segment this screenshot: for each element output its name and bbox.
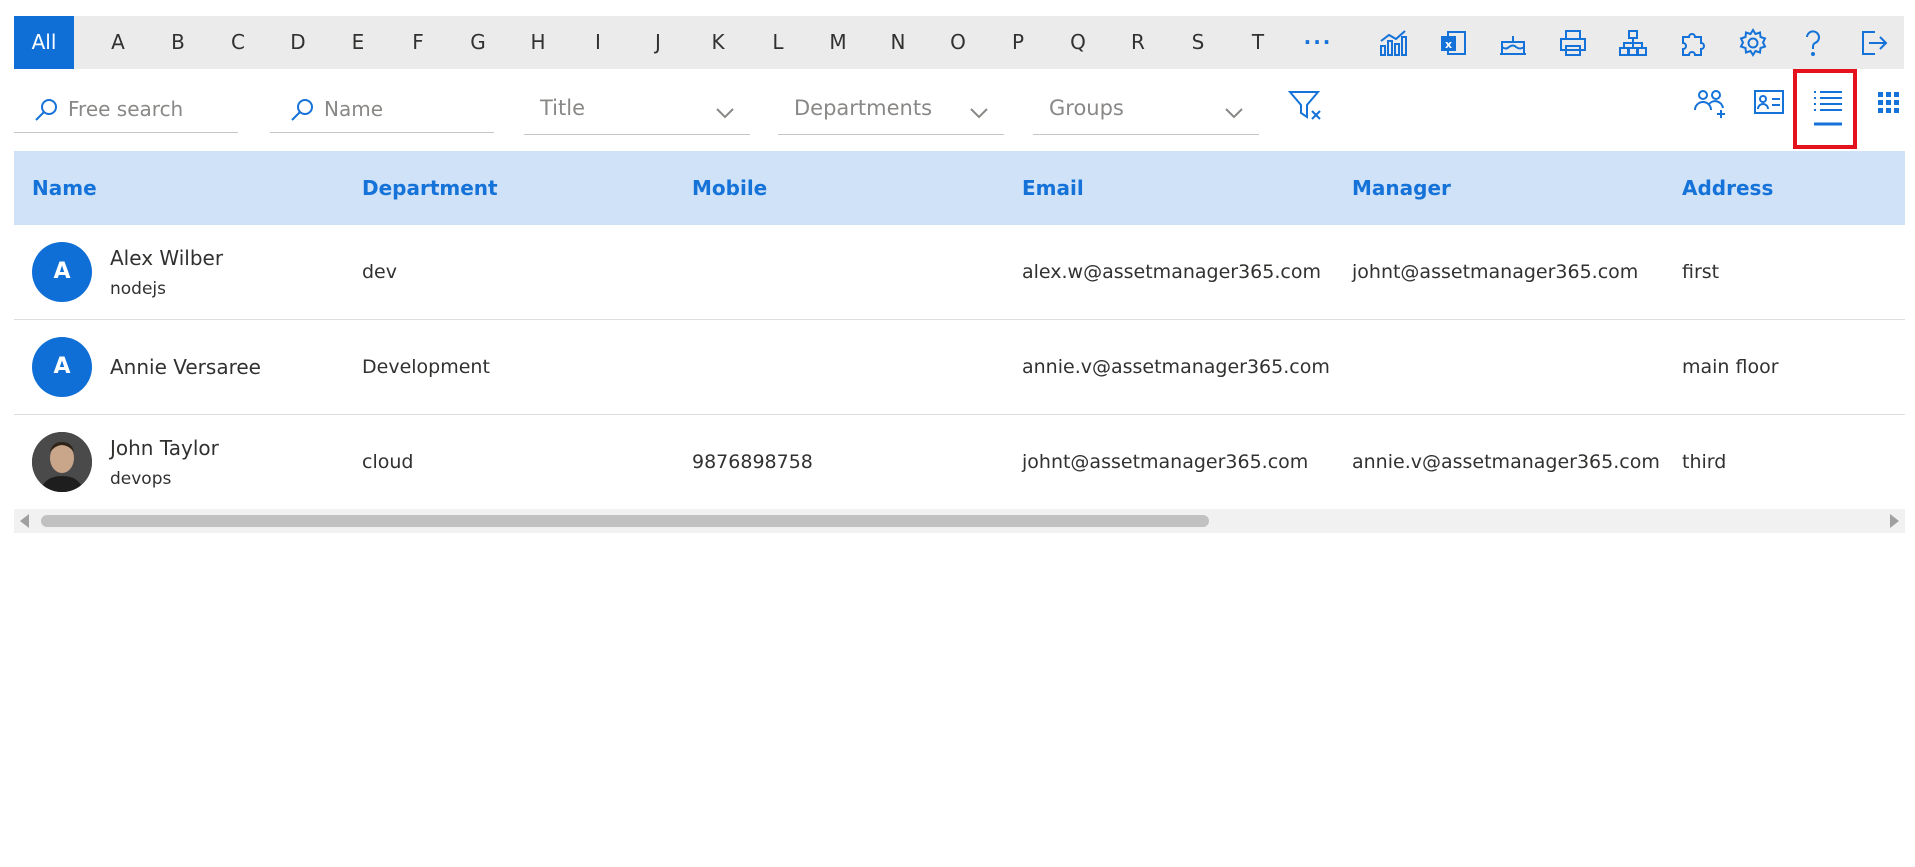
cell-email: alex.w@assetmanager365.com (1022, 261, 1321, 283)
letter-h[interactable]: H (508, 16, 568, 69)
cell-department: dev (362, 261, 397, 283)
person-name: John Taylor (110, 436, 219, 460)
column-header-name[interactable]: Name (32, 151, 97, 225)
letter-a[interactable]: A (88, 16, 148, 69)
free-search-input[interactable] (68, 94, 228, 124)
avatar (32, 432, 92, 492)
grid-view-button[interactable] (1878, 92, 1900, 114)
column-header-manager[interactable]: Manager (1352, 151, 1451, 225)
print-icon[interactable] (1558, 28, 1588, 58)
departments-dropdown[interactable]: Departments (778, 94, 1004, 135)
table-row[interactable]: John Taylor devops cloud 9876898758 john… (14, 415, 1905, 510)
letter-j[interactable]: J (628, 16, 688, 69)
free-search-field[interactable] (14, 94, 238, 133)
title-dropdown[interactable]: Title (524, 94, 750, 135)
letter-c[interactable]: C (208, 16, 268, 69)
letter-o[interactable]: O (928, 16, 988, 69)
cell-mobile: 9876898758 (692, 451, 813, 473)
chevron-down-icon (970, 108, 988, 119)
contact-card-icon (1754, 90, 1784, 114)
chevron-down-icon (1225, 108, 1243, 119)
person-subtitle: nodejs (110, 279, 167, 299)
add-people-button[interactable] (1692, 86, 1728, 120)
svg-text:x: x (1445, 38, 1452, 51)
name-search-input[interactable] (324, 94, 484, 124)
letter-i[interactable]: I (568, 16, 628, 69)
table-row[interactable]: A Annie Versaree Development annie.v@ass… (14, 320, 1905, 415)
horizontal-scrollbar[interactable] (14, 509, 1905, 533)
birthday-cake-icon[interactable] (1498, 28, 1528, 58)
table-row[interactable]: A Alex Wilber nodejs dev alex.w@assetman… (14, 225, 1905, 320)
letter-r[interactable]: R (1108, 16, 1168, 69)
grid-view-icon (1878, 92, 1899, 113)
chevron-down-icon (716, 108, 734, 119)
filter-all-letter[interactable]: All (14, 16, 74, 69)
clear-filters-button[interactable] (1287, 89, 1323, 123)
excel-export-icon[interactable]: x (1438, 28, 1468, 58)
title-dropdown-label: Title (540, 96, 586, 120)
letter-k[interactable]: K (688, 16, 748, 69)
letter-f[interactable]: F (388, 16, 448, 69)
cell-address: first (1682, 261, 1720, 283)
analytics-icon[interactable] (1378, 28, 1408, 58)
letter-n[interactable]: N (868, 16, 928, 69)
cell-manager: johnt@assetmanager365.com (1352, 261, 1639, 283)
scrollbar-thumb[interactable] (41, 515, 1209, 527)
cell-department: Development (362, 356, 490, 378)
letter-e[interactable]: E (328, 16, 388, 69)
letter-p[interactable]: P (988, 16, 1048, 69)
letter-l[interactable]: L (748, 16, 808, 69)
column-header-mobile[interactable]: Mobile (692, 151, 767, 225)
letter-m[interactable]: M (808, 16, 868, 69)
cell-manager: annie.v@assetmanager365.com (1352, 451, 1660, 473)
scroll-left-arrow-icon[interactable] (20, 514, 29, 528)
alphabet-toolbar: All A B C D E F G H I J K L M N O P Q R … (14, 16, 1904, 69)
settings-icon[interactable] (1738, 28, 1768, 58)
org-chart-icon[interactable] (1618, 28, 1648, 58)
sign-out-icon[interactable] (1858, 28, 1888, 58)
avatar: A (32, 337, 92, 397)
departments-dropdown-label: Departments (794, 96, 933, 120)
cell-department: cloud (362, 451, 414, 473)
letter-q[interactable]: Q (1048, 16, 1108, 69)
puzzle-icon[interactable] (1678, 28, 1708, 58)
cell-address: main floor (1682, 356, 1779, 378)
search-icon (291, 99, 313, 121)
person-subtitle: devops (110, 469, 172, 489)
add-people-icon (1694, 90, 1725, 118)
scroll-right-arrow-icon[interactable] (1890, 514, 1899, 528)
column-header-department[interactable]: Department (362, 151, 498, 225)
person-name: Alex Wilber (110, 246, 224, 270)
letter-b[interactable]: B (148, 16, 208, 69)
table-header: Name Department Mobile Email Manager Add… (14, 151, 1905, 225)
cell-email: annie.v@assetmanager365.com (1022, 356, 1330, 378)
cell-email: johnt@assetmanager365.com (1022, 451, 1309, 473)
letter-t[interactable]: T (1228, 16, 1288, 69)
card-view-button[interactable] (1753, 88, 1785, 116)
person-name: Annie Versaree (110, 355, 261, 379)
column-header-email[interactable]: Email (1022, 151, 1084, 225)
groups-dropdown-label: Groups (1049, 96, 1124, 120)
column-header-address[interactable]: Address (1682, 151, 1773, 225)
profile-photo (32, 432, 92, 492)
letter-d[interactable]: D (268, 16, 328, 69)
letter-s[interactable]: S (1168, 16, 1228, 69)
cell-address: third (1682, 451, 1727, 473)
name-search-field[interactable] (270, 94, 494, 133)
more-letters-button[interactable]: ··· (1288, 16, 1348, 69)
letter-g[interactable]: G (448, 16, 508, 69)
groups-dropdown[interactable]: Groups (1033, 94, 1259, 135)
avatar: A (32, 242, 92, 302)
help-icon[interactable] (1798, 28, 1828, 58)
clear-filter-icon (1287, 91, 1321, 120)
selected-view-highlight (1793, 69, 1857, 149)
search-icon (35, 99, 57, 121)
